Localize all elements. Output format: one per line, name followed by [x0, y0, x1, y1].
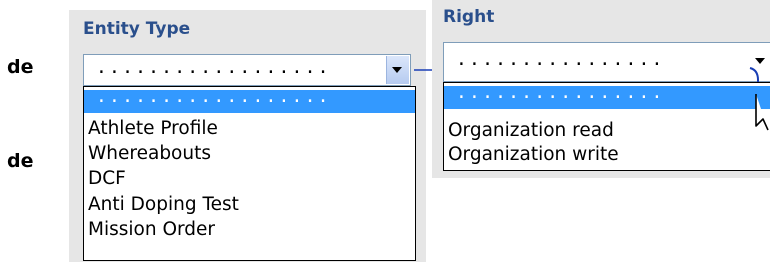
row-label-1: de: [7, 56, 34, 78]
chevron-down-icon: [392, 67, 402, 73]
entity-type-option-empty[interactable]: ..................: [84, 86, 415, 113]
entity-type-panel: Entity Type .................. .........…: [69, 10, 426, 262]
right-option-empty[interactable]: ................: [444, 82, 770, 109]
right-select-value: ................: [456, 49, 665, 70]
entity-type-select[interactable]: ..................: [83, 54, 411, 86]
right-panel: Right ................ ................ …: [432, 0, 770, 178]
entity-type-dropdown-button[interactable]: [386, 56, 409, 84]
entity-type-option-whereabouts[interactable]: Whereabouts: [84, 142, 415, 165]
right-select[interactable]: ................: [443, 42, 770, 82]
right-option-organization-write[interactable]: Organization write: [444, 143, 770, 166]
right-title: Right: [443, 7, 495, 27]
entity-type-options-list: .................. Athlete Profile Where…: [83, 86, 416, 261]
entity-type-option-athlete-profile[interactable]: Athlete Profile: [84, 117, 415, 140]
entity-type-title: Entity Type: [83, 19, 191, 39]
entity-type-option-dcf[interactable]: DCF: [84, 167, 415, 190]
entity-type-option-anti-doping-test[interactable]: Anti Doping Test: [84, 193, 415, 216]
entity-type-option-mission-order[interactable]: Mission Order: [84, 218, 415, 241]
row-label-2: de: [7, 150, 34, 172]
right-options-list: ................ Organization read Organ…: [443, 82, 770, 171]
right-option-organization-read[interactable]: Organization read: [444, 119, 770, 142]
entity-type-select-value: ..................: [96, 57, 331, 78]
mouse-pointer-icon: [755, 94, 769, 131]
